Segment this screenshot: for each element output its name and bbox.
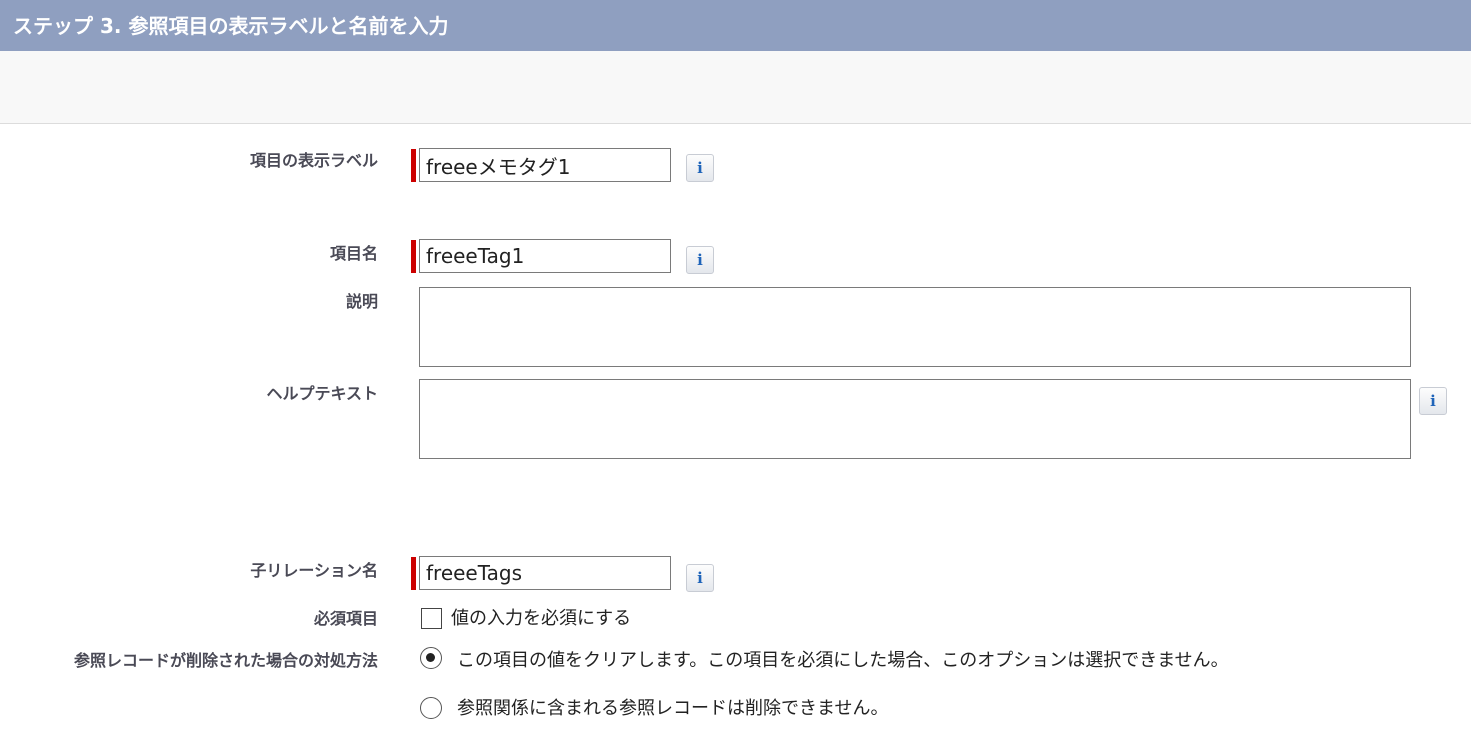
step-header: ステップ 3. 参照項目の表示ラベルと名前を入力	[0, 0, 1471, 51]
required-marker	[411, 240, 416, 273]
field-name-input[interactable]	[419, 239, 671, 273]
top-band	[0, 51, 1471, 124]
required-label: 必須項目	[313, 609, 378, 628]
required-marker	[411, 149, 416, 182]
clear-value-radio[interactable]	[420, 647, 442, 669]
required-checkbox[interactable]	[421, 608, 442, 629]
page-title: ステップ 3. 参照項目の表示ラベルと名前を入力	[13, 14, 449, 38]
description-label: 説明	[345, 292, 378, 311]
field-label-label: 項目の表示ラベル	[249, 151, 378, 170]
field-name-label: 項目名	[329, 244, 378, 263]
help-text-label: ヘルプテキスト	[266, 384, 378, 403]
info-icon[interactable]: i	[1419, 387, 1447, 415]
restrict-delete-option-label: 参照関係に含まれる参照レコードは削除できません。	[457, 698, 889, 719]
required-checkbox-label: 値の入力を必須にする	[451, 608, 632, 629]
child-relationship-label: 子リレーション名	[250, 561, 378, 580]
required-marker	[411, 557, 416, 590]
field-label-input[interactable]	[419, 148, 671, 182]
info-icon[interactable]: i	[686, 154, 714, 182]
on-delete-label: 参照レコードが削除された場合の対処方法	[73, 651, 378, 670]
info-icon[interactable]: i	[686, 246, 714, 274]
help-text-textarea[interactable]	[419, 379, 1411, 459]
info-icon[interactable]: i	[686, 564, 714, 592]
child-relationship-input[interactable]	[419, 556, 671, 590]
restrict-delete-radio[interactable]	[420, 697, 442, 719]
clear-value-option-label: この項目の値をクリアします。この項目を必須にした場合、このオプションは選択できま…	[457, 650, 1229, 671]
description-textarea[interactable]	[419, 287, 1411, 367]
